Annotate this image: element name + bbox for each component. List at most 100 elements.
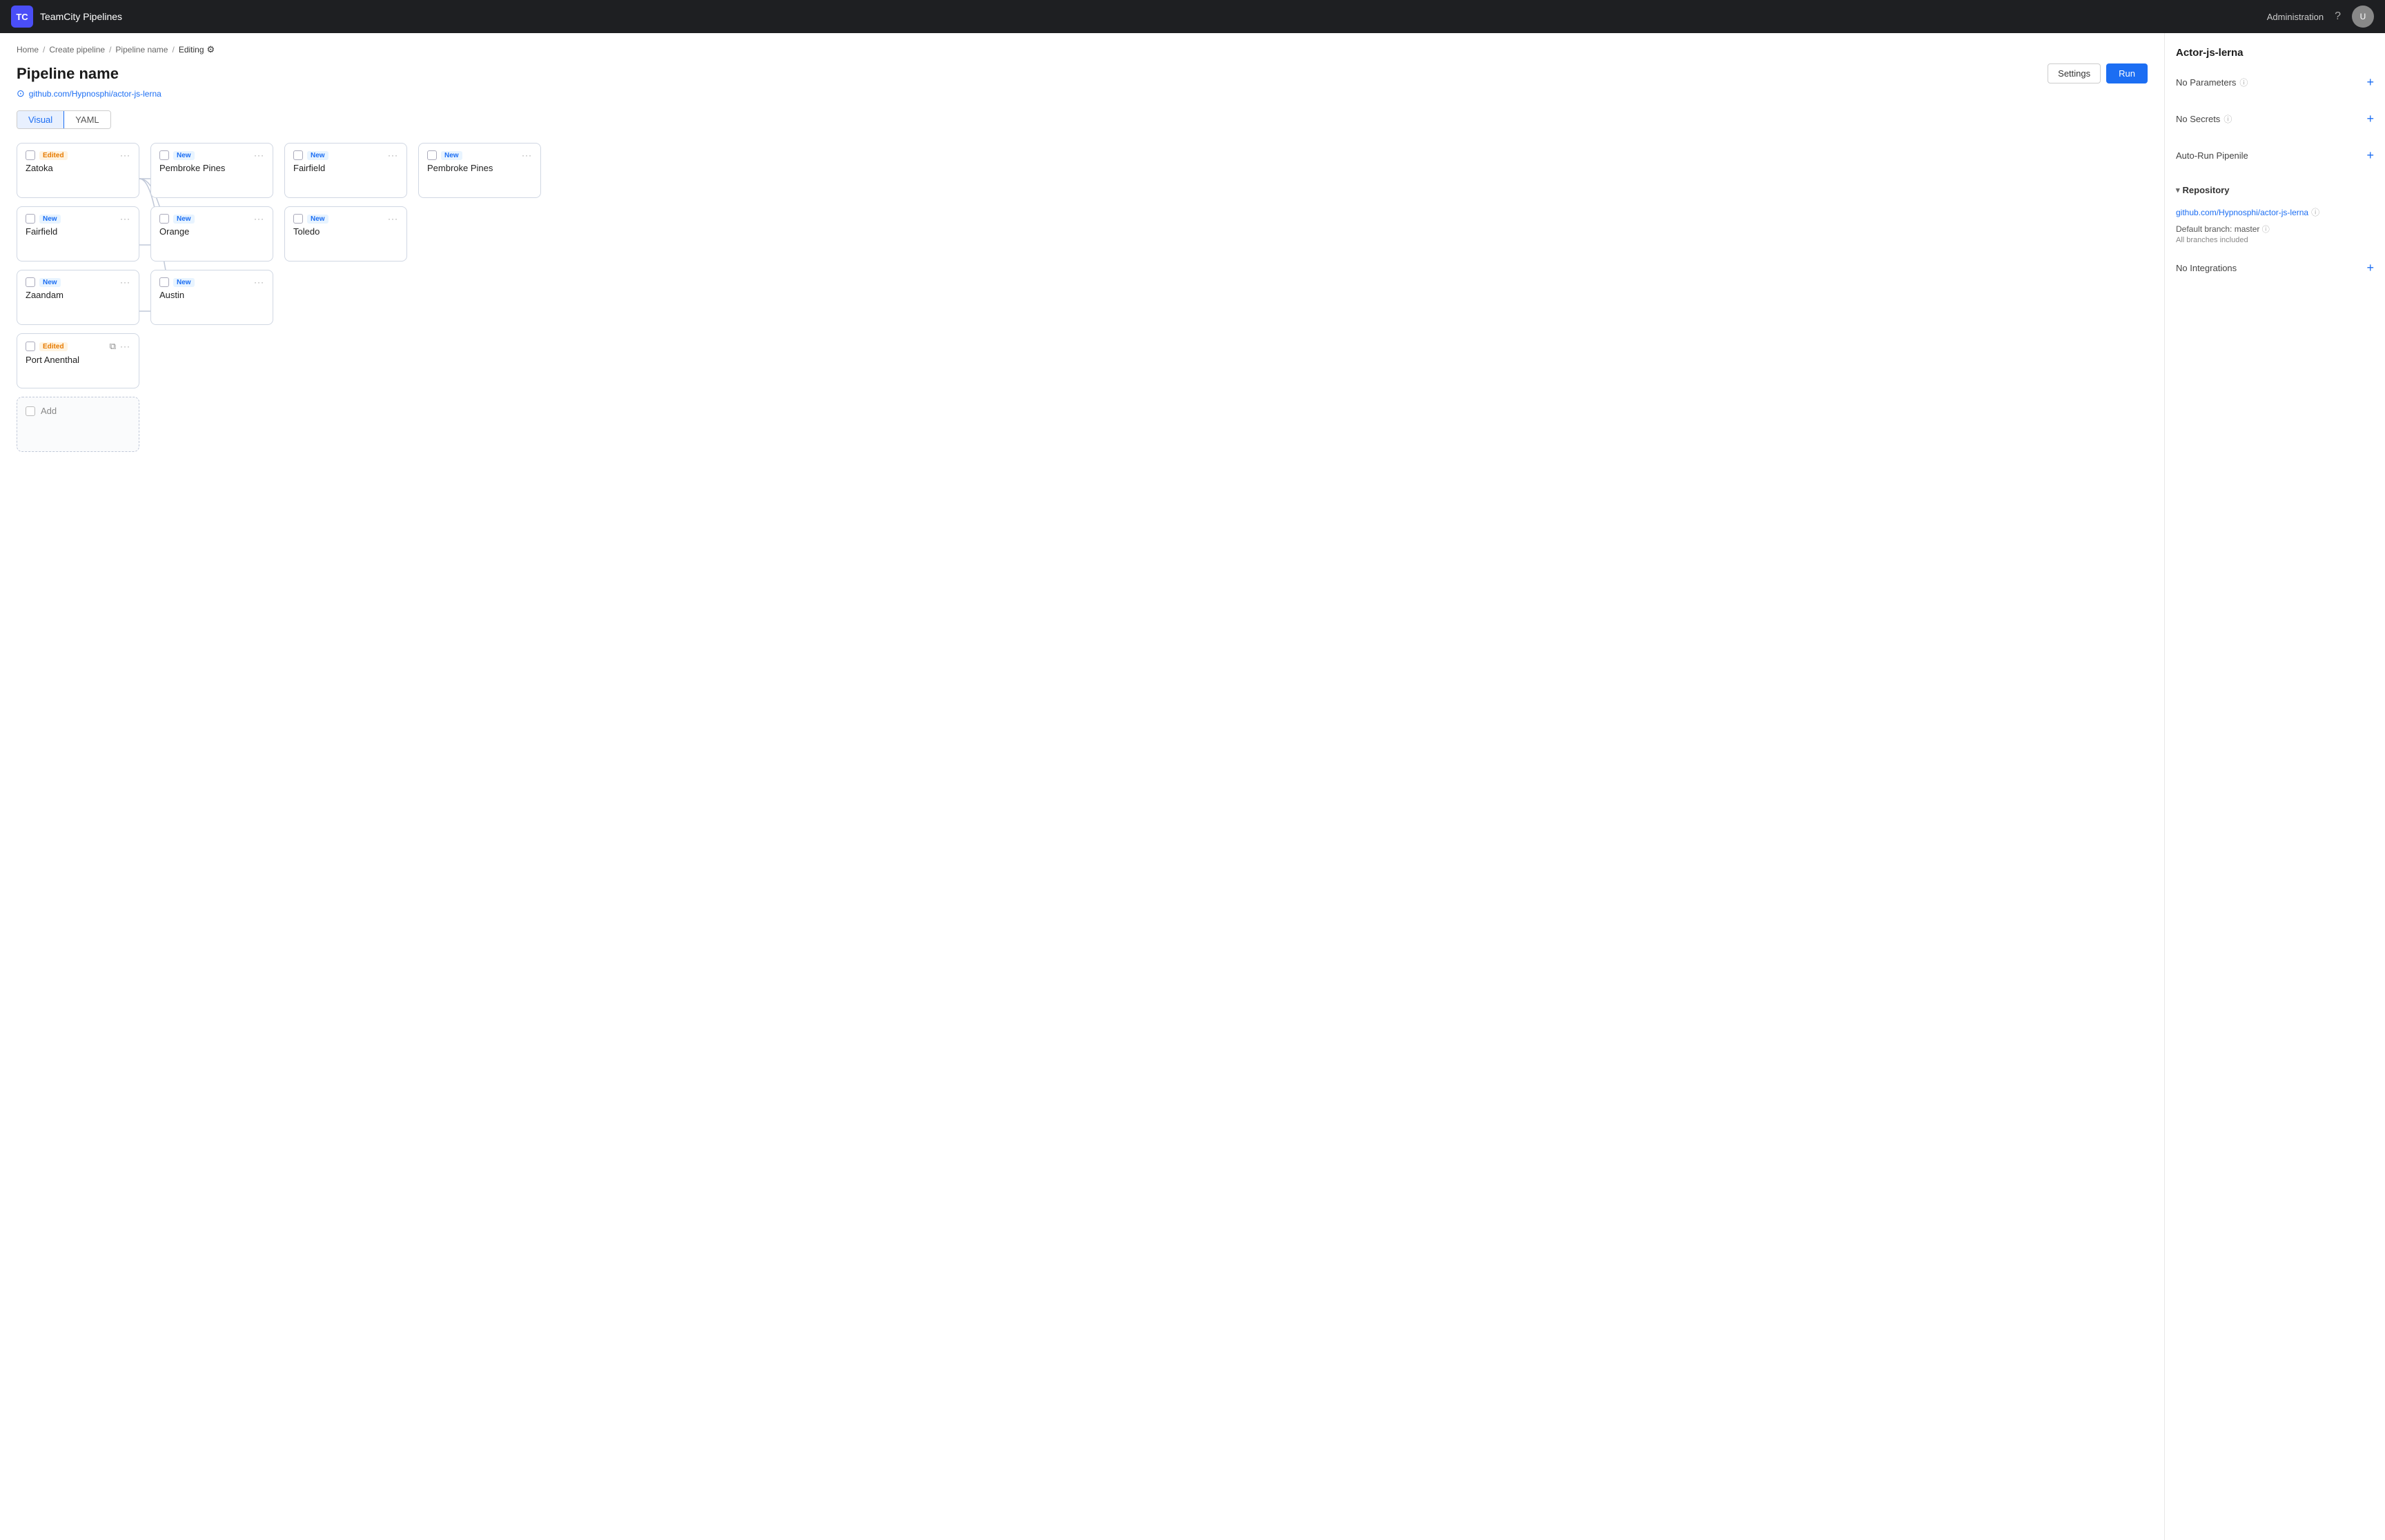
panel-title: Actor-js-lerna xyxy=(2176,47,2374,59)
card-checkbox[interactable] xyxy=(159,150,169,160)
chevron-down-icon: ▾ xyxy=(2176,186,2180,195)
add-checkbox-icon xyxy=(26,406,35,416)
card-checkbox[interactable] xyxy=(26,214,35,224)
panel-parameters-add[interactable]: + xyxy=(2366,75,2374,90)
card-badge-edited: Edited xyxy=(39,151,68,160)
card-more-icon[interactable]: ··· xyxy=(254,214,264,224)
breadcrumb-pipeline-name[interactable]: Pipeline name xyxy=(115,45,168,55)
pipeline-card-toledo[interactable]: New ··· Toledo xyxy=(284,206,407,261)
card-more-icon[interactable]: ··· xyxy=(120,277,130,287)
app-title: TeamCity Pipelines xyxy=(40,11,122,22)
card-checkbox[interactable] xyxy=(293,214,303,224)
card-badge-new: New xyxy=(307,151,328,160)
card-more-icon[interactable]: ··· xyxy=(120,342,130,351)
card-name: Toledo xyxy=(293,226,398,237)
panel-repository-collapsible[interactable]: ▾ Repository xyxy=(2176,185,2229,195)
card-more-icon[interactable]: ··· xyxy=(254,277,264,287)
info-icon: ⓘ xyxy=(2224,113,2232,125)
pipeline-card-add[interactable]: Add xyxy=(17,397,139,452)
panel-section-repository: ▾ Repository github.com/Hypnosphi/actor-… xyxy=(2176,179,2374,244)
card-checkbox[interactable] xyxy=(26,342,35,351)
branch-info-icon: ⓘ xyxy=(2262,226,2270,234)
pipeline-card-zaandam[interactable]: New ··· Zaandam xyxy=(17,270,139,325)
pipeline-card-pembroke-pines-2[interactable]: New ··· Pembroke Pines xyxy=(418,143,541,198)
pipeline-card-austin[interactable]: New ··· Austin xyxy=(150,270,273,325)
card-checkbox[interactable] xyxy=(26,150,35,160)
card-checkbox[interactable] xyxy=(26,277,35,287)
pipeline-card-pembroke-pines-1[interactable]: New ··· Pembroke Pines xyxy=(150,143,273,198)
breadcrumb-home[interactable]: Home xyxy=(17,45,39,55)
view-tabs: Visual YAML xyxy=(17,110,111,129)
card-name: Zaandam xyxy=(26,290,130,300)
card-name: Orange xyxy=(159,226,264,237)
card-checkbox[interactable] xyxy=(427,150,437,160)
help-icon[interactable]: ? xyxy=(2335,10,2341,23)
card-badge-new: New xyxy=(441,151,462,160)
admin-link[interactable]: Administration xyxy=(2267,12,2324,22)
pipeline-column-3: New ··· Fairfield New ··· T xyxy=(284,143,407,261)
card-badge-new: New xyxy=(173,278,195,287)
info-icon: ⓘ xyxy=(2239,77,2248,88)
add-label: Add xyxy=(41,406,57,416)
breadcrumb-editing: Editing ⚙ xyxy=(179,44,215,55)
card-name: Zatoka xyxy=(26,163,130,173)
panel-section-secrets: No Secrets ⓘ + xyxy=(2176,106,2374,132)
pipeline-column-2: New ··· Pembroke Pines New ··· xyxy=(150,143,273,325)
panel-secrets-add[interactable]: + xyxy=(2366,112,2374,126)
pipeline-card-zatoka[interactable]: Edited ··· Zatoka xyxy=(17,143,139,198)
card-badge-new: New xyxy=(39,278,61,287)
card-more-icon[interactable]: ··· xyxy=(388,150,398,160)
panel-secrets-label: No Secrets ⓘ xyxy=(2176,113,2232,125)
topnav: TC TeamCity Pipelines Administration ? U xyxy=(0,0,2385,33)
card-name: Pembroke Pines xyxy=(159,163,264,173)
card-badge-edited: Edited xyxy=(39,342,68,351)
repo-info-icon: ⓘ xyxy=(2311,206,2319,218)
right-panel: Actor-js-lerna No Parameters ⓘ + No Secr… xyxy=(2164,33,2385,1540)
run-button[interactable]: Run xyxy=(2106,63,2148,83)
pipeline-card-orange[interactable]: New ··· Orange xyxy=(150,206,273,261)
pipeline-card-port-anenthal[interactable]: Edited ⧉ ··· Port Anenthal xyxy=(17,333,139,388)
panel-integrations-add[interactable]: + xyxy=(2366,261,2374,275)
pipeline-column-4: New ··· Pembroke Pines xyxy=(418,143,541,198)
card-more-icon[interactable]: ··· xyxy=(522,150,532,160)
panel-section-autorun: Auto-Run Pipenile + xyxy=(2176,143,2374,168)
panel-section-parameters: No Parameters ⓘ + xyxy=(2176,70,2374,95)
page-title: Pipeline name xyxy=(17,65,119,83)
card-badge-new: New xyxy=(39,215,61,224)
tab-visual[interactable]: Visual xyxy=(17,111,64,128)
github-icon: ⊙ xyxy=(17,88,25,99)
card-name: Austin xyxy=(159,290,264,300)
repo-url[interactable]: github.com/Hypnosphi/actor-js-lerna xyxy=(2176,208,2308,217)
pipeline-canvas: Edited ··· Zatoka New ··· F xyxy=(17,143,2148,452)
card-checkbox[interactable] xyxy=(159,277,169,287)
pipeline-column-1: Edited ··· Zatoka New ··· F xyxy=(17,143,139,452)
card-more-icon[interactable]: ··· xyxy=(120,214,130,224)
settings-button[interactable]: Settings xyxy=(2048,63,2101,83)
avatar[interactable]: U xyxy=(2352,6,2374,28)
tc-logo: TC xyxy=(11,6,33,28)
settings-gear-icon[interactable]: ⚙ xyxy=(207,44,215,55)
pipeline-card-fairfield-1[interactable]: New ··· Fairfield xyxy=(17,206,139,261)
card-stack-icon: ⧉ xyxy=(110,341,116,352)
panel-autorun-label: Auto-Run Pipenile xyxy=(2176,150,2248,161)
card-name: Port Anenthal xyxy=(26,355,130,365)
card-name: Pembroke Pines xyxy=(427,163,532,173)
card-more-icon[interactable]: ··· xyxy=(120,150,130,160)
default-branch: Default branch: master ⓘ xyxy=(2176,224,2374,235)
card-more-icon[interactable]: ··· xyxy=(254,150,264,160)
card-checkbox[interactable] xyxy=(293,150,303,160)
card-more-icon[interactable]: ··· xyxy=(388,214,398,224)
panel-autorun-add[interactable]: + xyxy=(2366,148,2374,163)
card-badge-new: New xyxy=(173,151,195,160)
card-badge-new: New xyxy=(307,215,328,224)
repo-link[interactable]: ⊙ github.com/Hypnosphi/actor-js-lerna xyxy=(17,88,2148,99)
card-name: Fairfield xyxy=(293,163,398,173)
card-badge-new: New xyxy=(173,215,195,224)
pipeline-card-fairfield-2[interactable]: New ··· Fairfield xyxy=(284,143,407,198)
card-checkbox[interactable] xyxy=(159,214,169,224)
tab-yaml[interactable]: YAML xyxy=(64,111,110,128)
branch-note: All branches included xyxy=(2176,236,2374,244)
panel-section-integrations: No Integrations + xyxy=(2176,255,2374,281)
breadcrumb-create-pipeline[interactable]: Create pipeline xyxy=(49,45,105,55)
breadcrumb: Home / Create pipeline / Pipeline name /… xyxy=(17,44,2148,55)
